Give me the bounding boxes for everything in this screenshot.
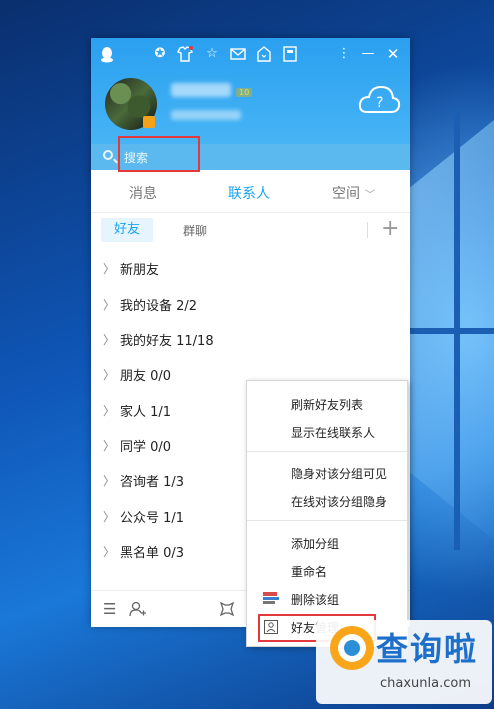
- chevron-right-icon: 〉: [103, 333, 116, 347]
- app-manager-icon[interactable]: [218, 600, 236, 618]
- divider: [367, 222, 368, 238]
- close-icon[interactable]: ✕: [384, 45, 402, 63]
- chevron-right-icon: 〉: [103, 545, 116, 559]
- signature-blurred[interactable]: [171, 110, 241, 120]
- group-label: 我的设备 2/2: [120, 299, 198, 314]
- menu-separator: [247, 520, 407, 521]
- svg-text:?: ?: [376, 95, 383, 111]
- group-label: 新朋友: [120, 263, 160, 278]
- watermark-url: chaxunla.com: [380, 676, 471, 691]
- menu-item-show-online[interactable]: 显示在线联系人: [291, 424, 375, 441]
- subtab-groups[interactable]: 群聊: [183, 222, 207, 239]
- delete-group-icon: [263, 592, 279, 604]
- windows-logo-gap-h: [400, 328, 494, 334]
- minimize-icon[interactable]: —: [359, 45, 377, 63]
- chevron-right-icon: 〉: [103, 262, 116, 276]
- list-item[interactable]: 〉新朋友: [91, 250, 410, 285]
- list-item[interactable]: 〉我的好友 11/18: [91, 321, 410, 356]
- tab-space[interactable]: 空间 ﹀: [332, 183, 375, 203]
- main-tabs: 消息 联系人 空间 ﹀: [91, 170, 410, 213]
- contacts-tab-highlight-box: [118, 136, 200, 172]
- group-label: 我的好友 11/18: [120, 334, 214, 349]
- watermark: 查询啦 chaxunla.com: [316, 620, 492, 704]
- chevron-right-icon: 〉: [103, 404, 116, 418]
- add-contact-icon[interactable]: +: [381, 216, 399, 242]
- weather-cloud-icon[interactable]: ?: [357, 82, 401, 118]
- more-icon[interactable]: ⋮: [335, 45, 353, 63]
- star-icon[interactable]: ☆: [203, 45, 221, 63]
- windows-logo-gap-v: [454, 110, 460, 550]
- watermark-logo-inner: [338, 634, 366, 662]
- menu-item-add-group[interactable]: 添加分组: [291, 535, 339, 552]
- group-label: 公众号 1/1: [120, 511, 185, 526]
- add-friend-icon[interactable]: [129, 600, 147, 618]
- menu-item-refresh[interactable]: 刷新好友列表: [291, 396, 363, 413]
- subtab-friends[interactable]: 好友: [101, 218, 153, 242]
- nickname-blurred[interactable]: [171, 83, 231, 97]
- chevron-right-icon: 〉: [103, 368, 116, 382]
- chevron-right-icon: 〉: [103, 439, 116, 453]
- app-store-icon[interactable]: [255, 45, 273, 63]
- group-label: 咨询者 1/3: [120, 475, 185, 490]
- tab-messages[interactable]: 消息: [129, 183, 157, 203]
- file-icon[interactable]: [281, 45, 299, 63]
- contact-subtabs: 好友 群聊 +: [91, 216, 410, 244]
- search-icon: [103, 150, 113, 160]
- qq-penguin-icon[interactable]: [99, 45, 115, 63]
- mail-icon[interactable]: [229, 45, 247, 63]
- list-item[interactable]: 〉我的设备 2/2: [91, 286, 410, 321]
- watermark-name: 查询啦: [376, 630, 479, 668]
- group-label: 朋友 0/0: [120, 369, 172, 384]
- group-label: 家人 1/1: [120, 405, 172, 420]
- chevron-down-icon: ﹀: [365, 190, 375, 201]
- menu-item-rename[interactable]: 重命名: [291, 563, 327, 580]
- menu-item-invisible-visible[interactable]: 隐身对该分组可见: [291, 465, 387, 482]
- tab-space-label: 空间: [332, 186, 360, 202]
- shirt-icon[interactable]: [176, 45, 194, 63]
- tab-contacts[interactable]: 联系人: [228, 183, 270, 203]
- watermark-logo-icon: [330, 626, 374, 670]
- level-badge[interactable]: 10: [236, 88, 253, 97]
- menu-item-delete-group[interactable]: 删除该组: [291, 591, 339, 608]
- online-status-icon[interactable]: [143, 116, 155, 128]
- menu-separator: [247, 451, 407, 452]
- chevron-right-icon: 〉: [103, 474, 116, 488]
- group-label: 同学 0/0: [120, 440, 172, 455]
- medal-icon[interactable]: ✪: [151, 45, 169, 63]
- main-menu-icon[interactable]: ☰: [103, 600, 116, 618]
- context-menu: 刷新好友列表 显示在线联系人 隐身对该分组可见 在线对该分组隐身 添加分组 重命…: [246, 380, 408, 647]
- chevron-right-icon: 〉: [103, 298, 116, 312]
- group-label: 黑名单 0/3: [120, 546, 185, 561]
- watermark-logo-core: [344, 640, 360, 656]
- header: ✪ ☆ ⋮ — ✕ 10 ?: [91, 38, 410, 144]
- chevron-right-icon: 〉: [103, 510, 116, 524]
- menu-item-online-invisible[interactable]: 在线对该分组隐身: [291, 493, 387, 510]
